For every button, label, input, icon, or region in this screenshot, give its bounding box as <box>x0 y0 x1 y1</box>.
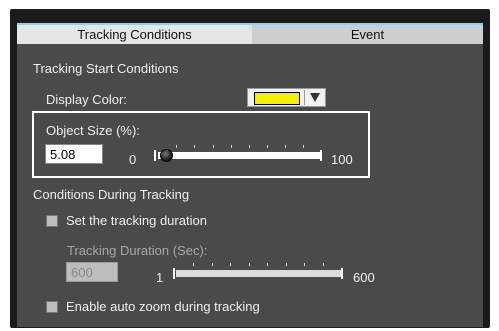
slider-tick <box>304 263 305 266</box>
slider-tick <box>285 145 286 148</box>
auto-zoom-checkbox[interactable] <box>46 301 58 313</box>
slider-tick <box>212 263 213 266</box>
slider-tick <box>267 263 268 266</box>
object-size-input[interactable]: 5.08 <box>45 144 103 164</box>
slider-track <box>158 152 321 159</box>
tab-tracking-conditions[interactable]: Tracking Conditions <box>17 23 252 44</box>
auto-zoom-label: Enable auto zoom during tracking <box>66 299 260 314</box>
duration-min-label: 1 <box>156 270 164 285</box>
slider-track <box>176 270 342 277</box>
slider-end-cap <box>320 150 322 161</box>
slider-tick <box>249 145 250 148</box>
slider-tick <box>194 145 195 148</box>
slider-tick <box>323 263 324 266</box>
slider-tick <box>249 263 250 266</box>
slider-tick <box>213 145 214 148</box>
slider-tick <box>176 145 177 148</box>
tab-event[interactable]: Event <box>252 23 483 44</box>
slider-tick <box>286 263 287 266</box>
slider-tick <box>267 145 268 148</box>
duration-max-label: 600 <box>353 270 375 285</box>
display-color-label: Display Color: <box>46 92 127 107</box>
slider-tick <box>230 263 231 266</box>
object-size-label: Object Size (%): <box>46 123 140 138</box>
slider-start-cap <box>173 268 175 279</box>
set-duration-label: Set the tracking duration <box>66 213 207 228</box>
tracking-start-heading: Tracking Start Conditions <box>33 61 179 76</box>
slider-start-cap <box>154 150 156 161</box>
duration-label: Tracking Duration (Sec): <box>67 243 208 258</box>
chevron-down-icon <box>310 93 320 102</box>
slider-tick <box>193 263 194 266</box>
slider-tick <box>303 145 304 148</box>
display-color-dropdown[interactable] <box>247 88 326 107</box>
duration-input[interactable]: 600 <box>66 262 118 282</box>
slider-end-cap <box>341 268 343 279</box>
slider-thumb[interactable] <box>160 149 173 162</box>
object-size-min-label: 0 <box>129 152 137 167</box>
set-duration-checkbox[interactable] <box>46 215 58 227</box>
during-tracking-heading: Conditions During Tracking <box>33 187 190 202</box>
object-size-max-label: 100 <box>331 152 353 167</box>
slider-tick <box>231 145 232 148</box>
color-swatch <box>254 92 300 105</box>
dropdown-separator <box>304 90 305 105</box>
